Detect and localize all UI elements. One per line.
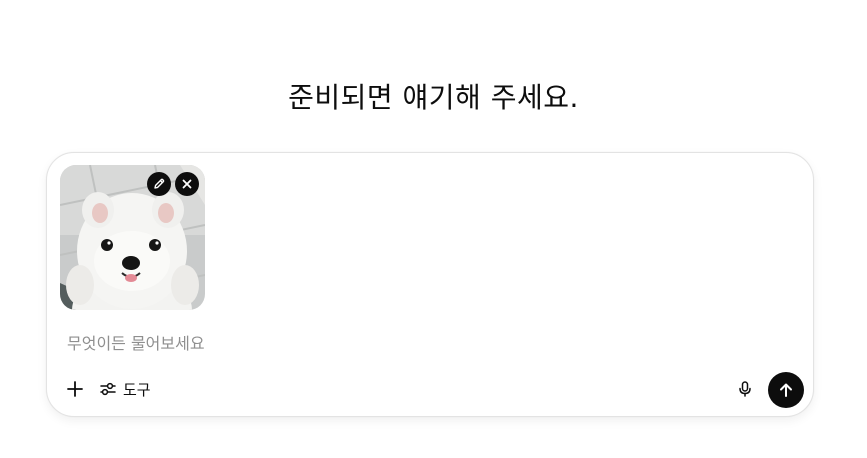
plus-icon xyxy=(67,381,83,397)
composer: 도구 xyxy=(46,152,814,417)
edit-attachment-button[interactable] xyxy=(147,172,171,196)
tools-label: 도구 xyxy=(123,380,151,399)
voice-input-button[interactable] xyxy=(731,375,759,403)
send-button[interactable] xyxy=(768,372,804,408)
remove-attachment-button[interactable] xyxy=(175,172,199,196)
sliders-icon xyxy=(100,382,116,396)
page-title: 준비되면 얘기해 주세요. xyxy=(288,81,579,114)
page: 준비되면 얘기해 주세요. 무엇이든 물어보세요 도구 xyxy=(0,0,867,458)
close-icon xyxy=(182,179,192,189)
add-attachment-button[interactable] xyxy=(61,375,89,403)
pencil-icon xyxy=(154,178,165,189)
arrow-up-icon xyxy=(780,383,792,397)
microphone-icon xyxy=(739,381,751,397)
prompt-input[interactable] xyxy=(67,329,787,357)
attachment-thumbnail[interactable] xyxy=(60,165,205,310)
tools-button[interactable]: 도구 xyxy=(99,375,151,403)
